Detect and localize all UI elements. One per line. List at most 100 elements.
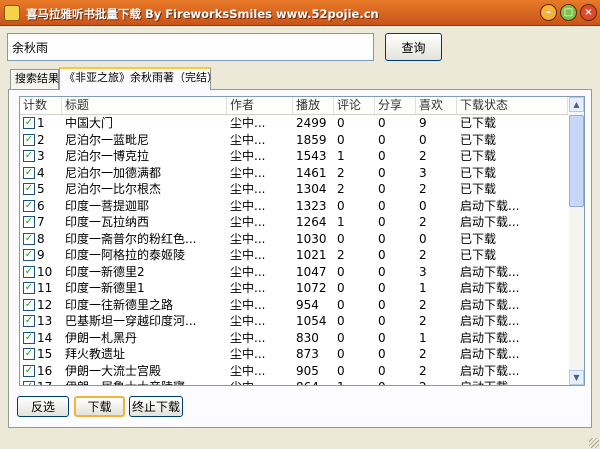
plays-cell: 1072 — [296, 281, 327, 295]
count-cell: 5 — [37, 182, 45, 196]
comments-cell: 0 — [337, 281, 345, 295]
row-checkbox[interactable]: ✓ — [23, 298, 35, 311]
minimize-button[interactable]: – — [540, 4, 557, 21]
row-checkbox[interactable]: ✓ — [23, 381, 35, 385]
shares-cell: 0 — [378, 215, 386, 229]
comments-cell: 0 — [337, 330, 345, 345]
count-cell: 6 — [37, 198, 45, 213]
status-cell: 启动下载... — [460, 314, 520, 328]
shares-cell: 0 — [378, 379, 414, 385]
title-cell: 印度一斋普尔的粉红色... — [65, 231, 197, 246]
likes-cell: 2 — [419, 347, 427, 361]
row-checkbox[interactable]: ✓ — [23, 249, 35, 261]
row-checkbox[interactable]: ✓ — [23, 348, 35, 360]
table-row[interactable]: ✓ 5 尼泊尔一比尔根杰 尘中... 1304 2 0 2 已下载 — [20, 181, 568, 197]
table-row[interactable]: ✓17 伊朗一居鲁士大帝陵寝尘中 864102 启动下载... — [20, 379, 568, 385]
status-cell: 启动下载... — [460, 379, 568, 385]
comments-cell: 0 — [337, 297, 345, 312]
row-checkbox[interactable]: ✓ — [23, 150, 35, 162]
title-cell: 印度一新德里2 — [65, 264, 145, 279]
title-cell: 拜火教遗址 — [65, 347, 126, 361]
shares-cell: 0 — [378, 314, 386, 328]
row-checkbox[interactable]: ✓ — [23, 282, 35, 294]
table-row[interactable]: ✓ 9 印度一阿格拉的泰姬陵 尘中... 1021 2 0 2 已下载 — [20, 247, 568, 263]
author-cell: 尘中... — [230, 281, 266, 295]
likes-cell: 9 — [419, 116, 427, 130]
likes-cell: 2 — [419, 363, 427, 378]
likes-cell: 1 — [419, 281, 427, 295]
resize-grip[interactable] — [589, 438, 599, 448]
title-cell: 尼泊尔一加德满都 — [65, 165, 162, 180]
table-row[interactable]: ✓ 4 尼泊尔一加德满都 尘中... 1461 2 0 3 已下载 — [20, 165, 568, 181]
maximize-button[interactable]: □ — [560, 4, 577, 21]
table-row[interactable]: ✓ 8 印度一斋普尔的粉红色... 尘中... 1030 0 0 0 已下载 — [20, 231, 568, 247]
shares-cell: 0 — [378, 281, 386, 295]
invert-selection-button[interactable]: 反选 — [17, 396, 69, 417]
scroll-down-icon[interactable]: ▼ — [569, 370, 584, 385]
table-row[interactable]: ✓ 11 印度一新德里1 尘中... 1072 0 0 1 启动下载... — [20, 280, 568, 296]
vertical-scrollbar[interactable]: ▲ ▼ — [569, 97, 584, 385]
likes-cell: 3 — [419, 264, 427, 279]
table-row[interactable]: ✓ 6 印度一菩提迦耶 尘中... 1323 0 0 0 启动下载... — [20, 198, 568, 214]
track-list[interactable]: 计数 标题 作者 播放 评论 分享 喜欢 下载状态 ✓ 1 中国大门 尘中... 249… — [19, 96, 585, 386]
column-header-status[interactable]: 下载状态 — [457, 97, 568, 114]
column-header-plays[interactable]: 播放 — [293, 97, 334, 114]
table-row[interactable]: ✓ 2 尼泊尔一蓝毗尼 尘中... 1859 0 0 0 已下载 — [20, 132, 568, 148]
comments-cell: 0 — [337, 347, 345, 361]
row-checkbox[interactable]: ✓ — [23, 331, 35, 344]
table-row[interactable]: ✓ 1 中国大门 尘中... 2499 0 0 9 已下载 — [20, 115, 568, 131]
column-header-comments[interactable]: 评论 — [334, 97, 375, 114]
shares-cell: 0 — [378, 264, 386, 279]
row-checkbox[interactable]: ✓ — [23, 232, 35, 245]
table-row[interactable]: ✓ 3 尼泊尔一博克拉 尘中... 1543 1 0 2 已下载 — [20, 148, 568, 164]
plays-cell: 954 — [296, 297, 319, 312]
status-cell: 启动下载... — [460, 215, 520, 229]
tab-album[interactable]: 《非亚之旅》余秋雨著（完结） — [59, 67, 218, 90]
author-cell: 尘中... — [230, 264, 266, 279]
table-row[interactable]: ✓ 14 伊朗一札黑丹 尘中... 830 0 0 1 启动下载... — [20, 330, 568, 346]
row-checkbox[interactable]: ✓ — [23, 315, 35, 327]
row-checkbox[interactable]: ✓ — [23, 364, 35, 377]
close-button[interactable]: × — [580, 4, 597, 21]
table-row[interactable]: ✓ 15 拜火教遗址 尘中... 873 0 0 2 启动下载... — [20, 346, 568, 362]
stop-download-button[interactable]: 终止下载 — [129, 396, 183, 417]
query-button[interactable]: 查询 — [385, 33, 442, 61]
row-checkbox[interactable]: ✓ — [23, 133, 35, 146]
author-cell: 尘中... — [230, 116, 266, 130]
plays-cell: 1021 — [296, 248, 327, 262]
count-cell: 1 — [37, 116, 45, 130]
scroll-thumb[interactable] — [569, 115, 584, 207]
status-cell: 已下载 — [460, 182, 497, 196]
row-checkbox[interactable]: ✓ — [23, 166, 35, 179]
author-cell: 尘中... — [230, 165, 266, 180]
scroll-up-icon[interactable]: ▲ — [569, 97, 584, 112]
column-header-shares[interactable]: 分享 — [375, 97, 416, 114]
status-cell: 启动下载... — [460, 330, 520, 345]
row-checkbox[interactable]: ✓ — [23, 183, 35, 195]
column-header-likes[interactable]: 喜欢 — [416, 97, 457, 114]
column-header-count[interactable]: 计数 — [20, 97, 62, 114]
table-row[interactable]: ✓ 13 巴基斯坦一穿越印度河... 尘中... 1054 0 0 2 启动下载... — [20, 313, 568, 329]
search-input[interactable] — [7, 33, 374, 61]
table-row[interactable]: ✓ 10 印度一新德里2 尘中... 1047 0 0 3 启动下载... — [20, 264, 568, 280]
row-checkbox[interactable]: ✓ — [23, 216, 35, 228]
tab-search-results[interactable]: 搜索结果 — [10, 69, 59, 89]
count-cell: 3 — [37, 149, 45, 163]
shares-cell: 0 — [378, 182, 386, 196]
shares-cell: 0 — [378, 231, 386, 246]
comments-cell: 0 — [337, 314, 345, 328]
plays-cell: 1859 — [296, 132, 327, 147]
table-row[interactable]: ✓ 16 伊朗一大流士宫殿 尘中... 905 0 0 2 启动下载... — [20, 363, 568, 379]
row-checkbox[interactable]: ✓ — [23, 265, 35, 278]
download-button[interactable]: 下载 — [74, 396, 125, 417]
column-header-title[interactable]: 标题 — [62, 97, 227, 114]
row-checkbox[interactable]: ✓ — [23, 199, 35, 212]
status-cell: 启动下载... — [460, 347, 520, 361]
comments-cell: 2 — [337, 248, 345, 262]
plays-cell: 1264 — [296, 215, 327, 229]
table-row[interactable]: ✓ 12 印度一往新德里之路 尘中... 954 0 0 2 启动下载... — [20, 297, 568, 313]
column-header-author[interactable]: 作者 — [227, 97, 293, 114]
row-checkbox[interactable]: ✓ — [23, 117, 35, 129]
comments-cell: 2 — [337, 165, 345, 180]
table-row[interactable]: ✓ 7 印度一瓦拉纳西 尘中... 1264 1 0 2 启动下载... — [20, 214, 568, 230]
